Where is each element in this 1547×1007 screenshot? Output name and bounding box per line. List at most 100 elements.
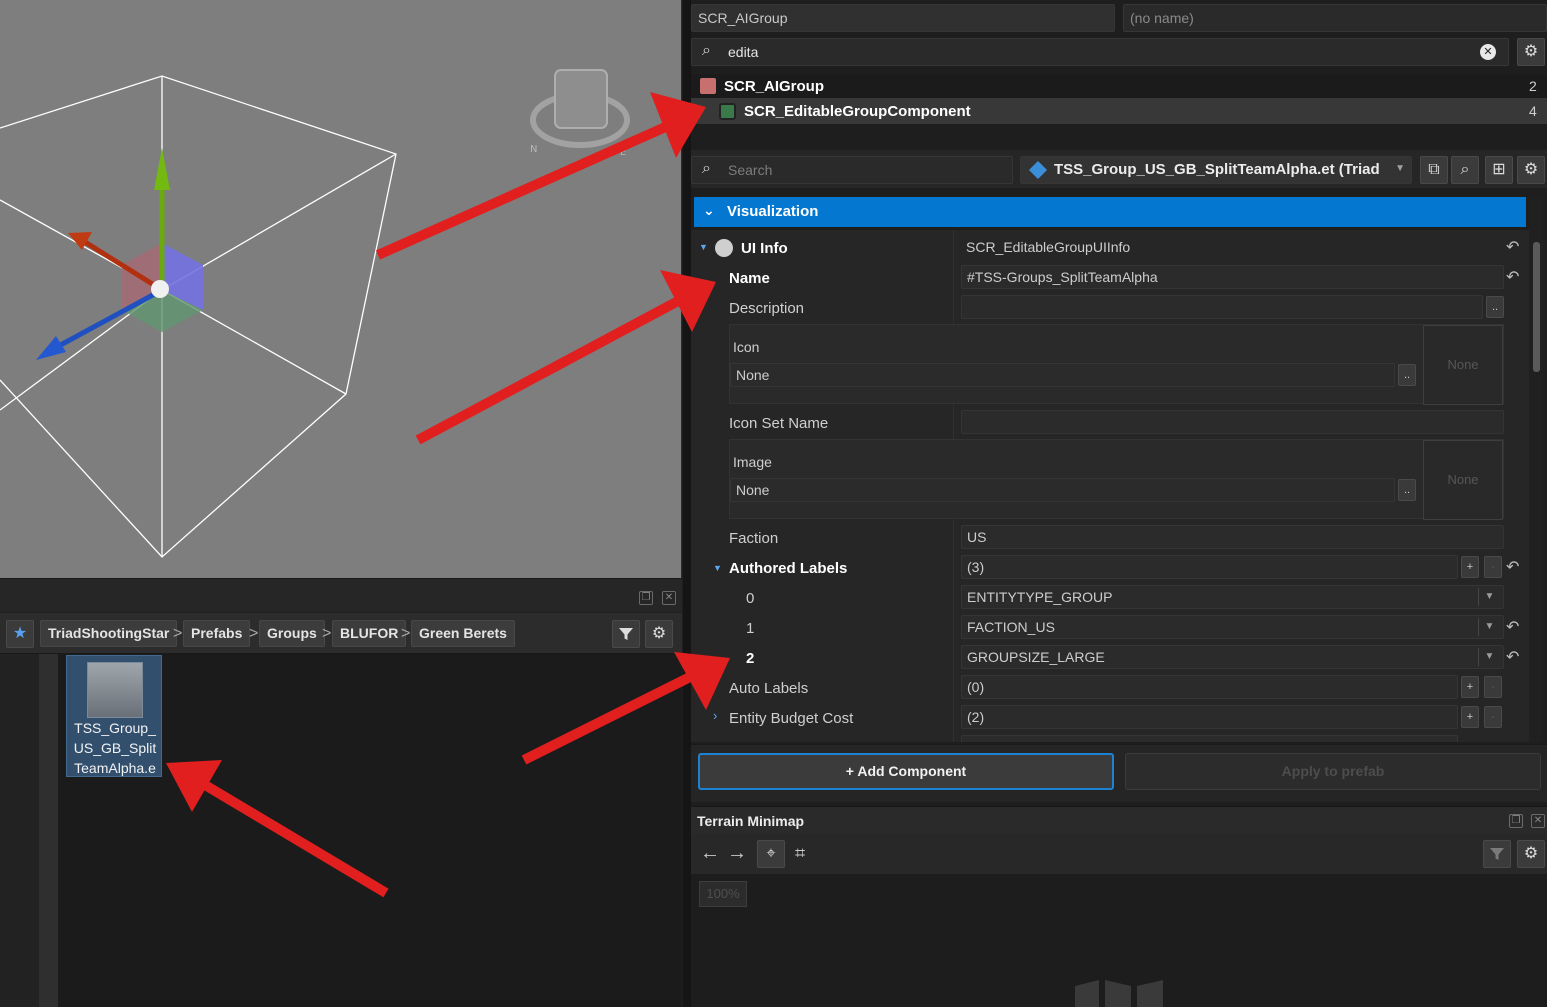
arrow-right-icon[interactable]: → xyxy=(727,839,747,867)
search-icon: ⌕ xyxy=(702,42,711,59)
component-icon xyxy=(719,103,736,120)
properties-scrollbar[interactable] xyxy=(1529,197,1543,742)
label-dropdown[interactable]: GROUPSIZE_LARGE ▼ xyxy=(961,645,1504,669)
add-item-button[interactable]: + xyxy=(1461,676,1479,698)
reset-icon[interactable]: ↶ xyxy=(1506,557,1519,577)
faction-input[interactable]: US xyxy=(961,525,1504,549)
add-item-button[interactable]: + xyxy=(1461,556,1479,578)
ui-info-icon xyxy=(715,239,733,257)
hierarchy-icon[interactable]: ⊞ xyxy=(1485,156,1513,184)
gear-icon[interactable]: ⚙ xyxy=(1517,840,1545,868)
ui-info-class: SCR_EditableGroupUIInfo xyxy=(966,239,1131,255)
authored-labels-count: (3) xyxy=(961,555,1458,579)
browse-button[interactable]: .. xyxy=(1398,479,1416,501)
asset-folder-tree[interactable] xyxy=(0,654,40,1007)
image-preview: None xyxy=(1423,440,1503,520)
reset-icon[interactable]: ↶ xyxy=(1506,237,1519,257)
breadcrumb-item[interactable]: Green Berets xyxy=(411,620,515,647)
label-dropdown[interactable]: ENTITYTYPE_GROUP ▼ xyxy=(961,585,1504,609)
chevron-down-icon: ▼ xyxy=(1478,588,1500,606)
chevron-right-icon: > xyxy=(249,625,259,642)
icon-resource-field[interactable]: None xyxy=(730,363,1395,387)
open-external-icon[interactable]: ⧉ xyxy=(1420,156,1448,184)
chevron-right-icon: > xyxy=(173,625,183,642)
visualization-section-header[interactable]: ⌄ Visualization xyxy=(694,197,1526,227)
auto-labels-count: (0) xyxy=(961,675,1458,699)
label-dropdown[interactable]: FACTION_US ▼ xyxy=(961,615,1504,639)
browse-button[interactable]: .. xyxy=(1486,296,1504,318)
breadcrumb-item[interactable]: Groups xyxy=(259,620,325,647)
component-tree-row-selected[interactable]: SCR_EditableGroupComponent 4 xyxy=(691,98,1547,124)
scene-viewport[interactable]: N E xyxy=(0,0,682,578)
svg-text:N: N xyxy=(530,144,537,155)
reset-icon[interactable]: ↶ xyxy=(1506,647,1519,667)
star-icon[interactable]: ★ xyxy=(6,620,34,648)
asset-name: TSS_Group_ US_GB_Split TeamAlpha.e xyxy=(73,720,157,776)
search-icon[interactable]: ⌕ xyxy=(1451,156,1479,184)
component-tree-row[interactable]: SCR_AIGroup 2 xyxy=(691,74,1547,98)
filter-icon[interactable] xyxy=(612,620,640,648)
prefab-thumbnail xyxy=(87,662,143,718)
remove-item-button[interactable]: - xyxy=(1484,676,1502,698)
component-actions: + Add Component Apply to prefab xyxy=(691,744,1547,802)
crosshair-icon[interactable]: ⌖ xyxy=(757,840,785,868)
description-input[interactable] xyxy=(961,295,1483,319)
chevron-down-icon: ▼ xyxy=(1395,163,1405,174)
prefab-selector[interactable]: TSS_Group_US_GB_SplitTeamAlpha.et (Triad… xyxy=(1020,156,1412,184)
entity-name-field[interactable]: (no name) xyxy=(1123,4,1547,32)
scrollbar-thumb[interactable] xyxy=(1533,242,1540,372)
splitter[interactable] xyxy=(683,0,691,1007)
gear-icon[interactable]: ⚙ xyxy=(645,620,673,648)
property-search-input[interactable]: ⌕ Search xyxy=(691,156,1013,184)
close-panel-icon[interactable]: ✕ xyxy=(662,591,676,605)
asset-breadcrumb-bar: ★ TriadShootingStar > Prefabs > Groups >… xyxy=(0,612,682,654)
chevron-right-icon[interactable]: › xyxy=(713,708,717,723)
chevron-down-icon: ▼ xyxy=(1478,618,1500,636)
map-icon xyxy=(1075,980,1163,1007)
browse-button[interactable]: .. xyxy=(1398,364,1416,386)
add-component-button[interactable]: + Add Component xyxy=(698,753,1114,790)
minimap-view[interactable]: 100% xyxy=(691,874,1547,1007)
arrow-left-icon[interactable]: ← xyxy=(700,839,720,867)
remove-item-button[interactable]: - xyxy=(1484,556,1502,578)
properties-panel: SCR_AIGroup (no name) ⌕ edita ✕ ⚙ SCR_AI… xyxy=(691,0,1547,1007)
viewport-scene: N E xyxy=(0,69,630,558)
undock-icon[interactable]: ❐ xyxy=(639,591,653,605)
clear-icon[interactable]: ✕ xyxy=(1480,44,1496,60)
close-panel-icon[interactable]: ✕ xyxy=(1531,814,1545,828)
image-resource-field[interactable]: None xyxy=(730,478,1395,502)
reset-icon[interactable]: ↶ xyxy=(1506,267,1519,287)
filter-icon[interactable] xyxy=(1483,840,1511,868)
crop-icon[interactable]: ⌗ xyxy=(795,839,805,867)
entity-class-field[interactable]: SCR_AIGroup xyxy=(691,4,1115,32)
entity-budget-cost-count: (2) xyxy=(961,705,1458,729)
expand-arrow-icon[interactable]: ▼ xyxy=(699,242,708,252)
asset-tile[interactable]: TSS_Group_ US_GB_Split TeamAlpha.e xyxy=(66,655,162,777)
wireframe-bounding-box xyxy=(0,75,397,558)
undock-icon[interactable]: ❐ xyxy=(1509,814,1523,828)
breadcrumb-item[interactable]: BLUFOR xyxy=(332,620,407,647)
chevron-down-icon: ▼ xyxy=(1478,648,1500,666)
minimap-panel-header: Terrain Minimap ❐ ✕ xyxy=(691,806,1547,834)
remove-item-button[interactable]: - xyxy=(1484,706,1502,728)
component-filter-input[interactable]: ⌕ edita ✕ xyxy=(691,38,1509,66)
add-item-button[interactable]: + xyxy=(1461,706,1479,728)
orientation-gizmo: N E xyxy=(530,69,630,158)
search-icon: ⌕ xyxy=(702,160,711,177)
expand-arrow-icon[interactable]: ▼ xyxy=(713,563,722,573)
properties-toolbar: ⌕ Search TSS_Group_US_GB_SplitTeamAlpha.… xyxy=(691,150,1547,188)
chevron-down-icon: ⌄ xyxy=(703,202,715,218)
chevron-right-icon: > xyxy=(401,625,411,642)
apply-to-prefab-button[interactable]: Apply to prefab xyxy=(1125,753,1541,790)
icon-set-name-input[interactable] xyxy=(961,410,1504,434)
breadcrumb-item[interactable]: TriadShootingStar xyxy=(40,620,178,647)
next-property-field[interactable] xyxy=(961,735,1458,742)
breadcrumb-item[interactable]: Prefabs xyxy=(183,620,251,647)
gear-icon[interactable]: ⚙ xyxy=(1517,156,1545,184)
asset-tree-scrollbar[interactable] xyxy=(40,654,58,1007)
svg-text:E: E xyxy=(620,147,626,158)
name-input[interactable]: #TSS-Groups_SplitTeamAlpha xyxy=(961,265,1504,289)
zoom-level: 100% xyxy=(699,881,747,907)
gear-icon[interactable]: ⚙ xyxy=(1517,38,1545,66)
reset-icon[interactable]: ↶ xyxy=(1506,617,1519,637)
